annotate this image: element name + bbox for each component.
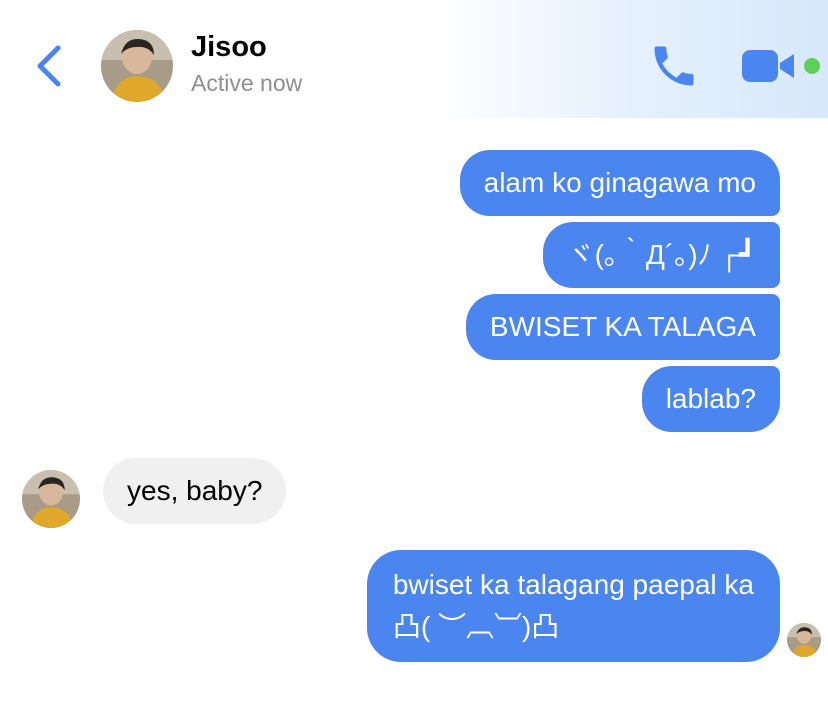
call-button[interactable] — [648, 40, 700, 92]
chevron-left-icon — [37, 45, 61, 87]
online-status-dot — [804, 58, 820, 74]
contact-name[interactable]: Jisoo — [191, 31, 267, 64]
phone-icon — [654, 46, 694, 86]
contact-avatar[interactable] — [101, 30, 173, 102]
outgoing-message[interactable]: bwiset ka talagang paepal ka 凸( ︶︹︺)凸 — [366, 550, 780, 662]
read-receipt-avatar — [787, 623, 821, 657]
active-status: Active now — [191, 70, 303, 96]
outgoing-message[interactable]: ヾ(｡｀Д´｡)ﾉ ┌┛ — [542, 222, 780, 288]
chat-header: Jisoo Active now — [0, 0, 828, 118]
outgoing-message[interactable]: BWISET KA TALAGA — [465, 294, 780, 360]
incoming-message[interactable]: yes, baby? — [103, 458, 287, 524]
contact-avatar-small[interactable] — [22, 470, 80, 528]
outgoing-message[interactable]: lablab? — [641, 366, 780, 432]
outgoing-message[interactable]: alam ko ginagawa mo — [459, 150, 780, 216]
video-camera-icon — [742, 50, 794, 82]
back-button[interactable] — [30, 40, 70, 92]
video-call-button[interactable] — [738, 44, 798, 88]
